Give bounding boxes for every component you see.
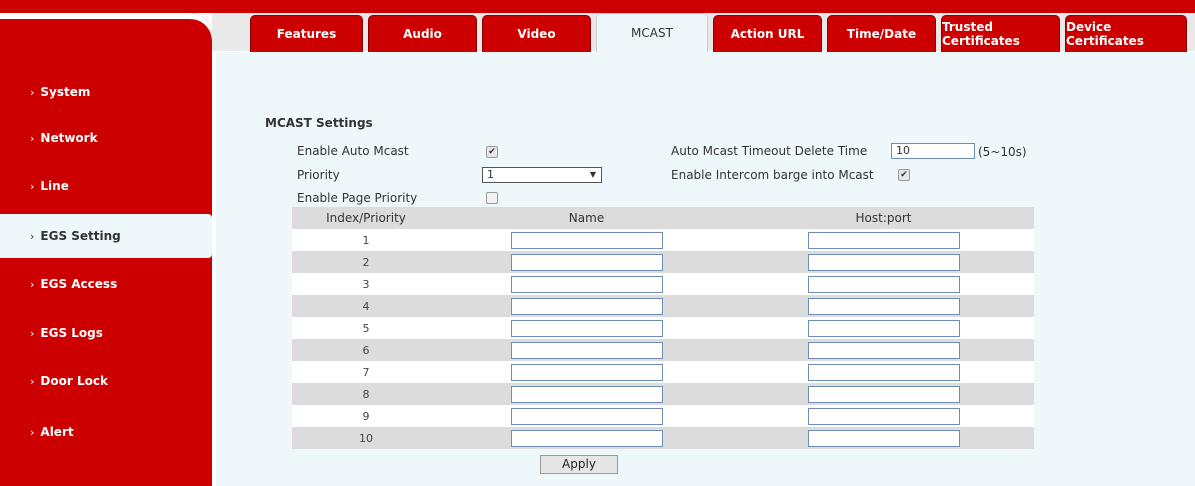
name-input[interactable] [510, 429, 663, 447]
tab-audio[interactable]: Audio [368, 15, 477, 52]
sidebar-item-network[interactable]: › Network [0, 116, 212, 160]
tab-trusted-certificates[interactable]: Trusted Certificates [941, 15, 1060, 52]
sidebar-item-label: EGS Logs [40, 326, 103, 340]
name-input[interactable] [510, 341, 663, 359]
chevron-right-icon: › [30, 425, 35, 439]
tab-action-url[interactable]: Action URL [713, 15, 822, 52]
tab-features[interactable]: Features [250, 15, 363, 52]
host-port-input[interactable] [807, 319, 960, 337]
sidebar-item-label: Line [40, 179, 69, 193]
intercom-barge-checkbox[interactable]: ✔ [898, 169, 910, 181]
sidebar-item-line[interactable]: › Line [0, 164, 212, 208]
tab-time-date[interactable]: Time/Date [827, 15, 936, 52]
table-row: 5 [292, 317, 1034, 339]
sidebar-item-egs-logs[interactable]: › EGS Logs [0, 311, 212, 355]
name-input[interactable] [510, 319, 663, 337]
row-index: 6 [292, 339, 440, 361]
row-index: 9 [292, 405, 440, 427]
row-index: 3 [292, 273, 440, 295]
host-port-input[interactable] [807, 231, 960, 249]
sidebar-item-system[interactable]: › System [0, 70, 212, 114]
table-row: 9 [292, 405, 1034, 427]
enable-page-priority-label: Enable Page Priority [297, 191, 418, 205]
row-index: 10 [292, 427, 440, 449]
tab-video[interactable]: Video [482, 15, 591, 52]
top-bar [0, 0, 1195, 13]
dropdown-arrow-icon: ▼ [589, 170, 596, 179]
sidebar-item-door-lock[interactable]: › Door Lock [0, 359, 212, 403]
column-header-index: Index/Priority [292, 207, 440, 229]
name-input[interactable] [510, 297, 663, 315]
name-input[interactable] [510, 231, 663, 249]
tab-strip: Features Audio Video MCAST Action URL Ti… [250, 13, 1187, 52]
sidebar-item-egs-access[interactable]: › EGS Access [0, 262, 212, 306]
sidebar-item-label: EGS Access [40, 277, 118, 291]
host-port-input[interactable] [807, 407, 960, 425]
host-port-input[interactable] [807, 385, 960, 403]
intercom-barge-label: Enable Intercom barge into Mcast [671, 168, 874, 182]
name-input[interactable] [510, 253, 663, 271]
chevron-right-icon: › [30, 131, 35, 145]
enable-auto-mcast-label: Enable Auto Mcast [297, 144, 409, 158]
sidebar-item-label: Network [40, 131, 98, 145]
table-row: 4 [292, 295, 1034, 317]
name-input[interactable] [510, 407, 663, 425]
enable-page-priority-checkbox[interactable] [486, 192, 498, 204]
host-port-input[interactable] [807, 363, 960, 381]
row-index: 8 [292, 383, 440, 405]
chevron-right-icon: › [30, 85, 35, 99]
table-row: 2 [292, 251, 1034, 273]
row-index: 7 [292, 361, 440, 383]
host-port-input[interactable] [807, 297, 960, 315]
chevron-right-icon: › [30, 326, 35, 340]
host-port-input[interactable] [807, 341, 960, 359]
chevron-right-icon: › [30, 179, 35, 193]
mcast-table: Index/Priority Name Host:port 1 2 3 4 5 [292, 207, 1034, 449]
chevron-right-icon: › [30, 229, 35, 243]
name-input[interactable] [510, 275, 663, 293]
column-header-name: Name [440, 207, 733, 229]
tab-device-certificates[interactable]: Device Certificates [1065, 15, 1187, 52]
sidebar-item-label: System [40, 85, 91, 99]
chevron-right-icon: › [30, 277, 35, 291]
table-row: 6 [292, 339, 1034, 361]
name-input[interactable] [510, 385, 663, 403]
enable-auto-mcast-checkbox[interactable]: ✔ [486, 146, 498, 158]
timeout-input[interactable]: 10 [891, 143, 975, 159]
name-input[interactable] [510, 363, 663, 381]
tab-mcast[interactable]: MCAST [596, 13, 708, 52]
row-index: 5 [292, 317, 440, 339]
table-row: 10 [292, 427, 1034, 449]
sidebar-item-label: EGS Setting [40, 229, 121, 243]
priority-label: Priority [297, 168, 340, 182]
table-row: 1 [292, 229, 1034, 251]
table-row: 3 [292, 273, 1034, 295]
sidebar-item-label: Door Lock [40, 374, 108, 388]
host-port-input[interactable] [807, 429, 960, 447]
host-port-input[interactable] [807, 253, 960, 271]
column-header-host: Host:port [733, 207, 1034, 229]
chevron-right-icon: › [30, 374, 35, 388]
apply-button[interactable]: Apply [540, 455, 618, 474]
row-index: 2 [292, 251, 440, 273]
row-index: 1 [292, 229, 440, 251]
section-title: MCAST Settings [265, 116, 373, 130]
table-row: 7 [292, 361, 1034, 383]
timeout-hint: (5~10s) [978, 145, 1027, 159]
priority-value: 1 [487, 168, 494, 181]
row-index: 4 [292, 295, 440, 317]
host-port-input[interactable] [807, 275, 960, 293]
sidebar-item-label: Alert [40, 425, 74, 439]
table-row: 8 [292, 383, 1034, 405]
priority-select[interactable]: 1 ▼ [482, 167, 602, 183]
sidebar-item-alert[interactable]: › Alert [0, 410, 212, 454]
timeout-label: Auto Mcast Timeout Delete Time [671, 144, 868, 158]
sidebar-item-egs-setting[interactable]: › EGS Setting [0, 214, 212, 258]
